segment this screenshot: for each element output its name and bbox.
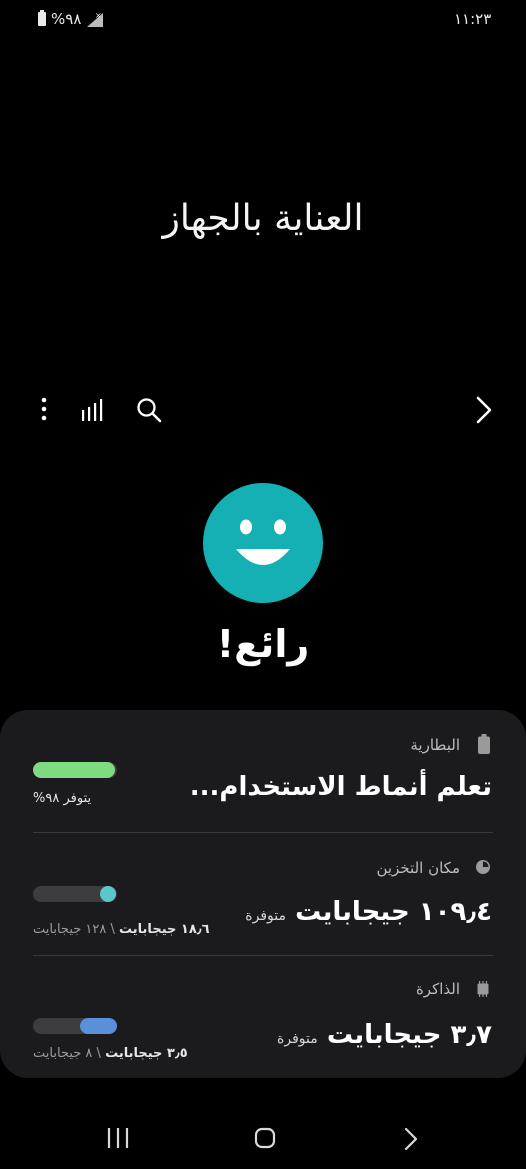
more-options-icon[interactable] bbox=[34, 396, 54, 424]
memory-bar-fill bbox=[80, 1018, 117, 1034]
storage-total: ١٢٨ جيجابايت bbox=[33, 922, 107, 937]
storage-bar bbox=[33, 886, 117, 902]
page-title: العناية بالجهاز bbox=[162, 198, 364, 239]
memory-section[interactable]: الذاكرة ٣٫٧ جيجابايت متوفرة ٣٫٥ جيجابايت… bbox=[0, 956, 526, 1078]
battery-headline: تعلم أنماط الاستخدام... bbox=[189, 772, 492, 802]
battery-bar-fill bbox=[33, 762, 115, 778]
home-icon[interactable] bbox=[253, 1126, 277, 1150]
memory-value: ٣٫٧ جيجابايت bbox=[326, 1020, 492, 1050]
svg-text:×: × bbox=[95, 11, 102, 20]
navigation-bar bbox=[0, 1118, 526, 1158]
battery-bar bbox=[33, 762, 117, 778]
storage-title: مكان التخزين bbox=[376, 859, 461, 877]
storage-bar-fill bbox=[100, 886, 116, 902]
status-time: ١١:٢٣ bbox=[454, 10, 492, 28]
back-icon[interactable] bbox=[474, 395, 494, 425]
storage-separator: \ bbox=[110, 922, 115, 937]
status-label: رائع! bbox=[216, 622, 310, 666]
storage-available-label: متوفرة bbox=[245, 908, 287, 924]
battery-title: البطارية bbox=[410, 736, 460, 754]
memory-available-label: متوفرة bbox=[277, 1031, 318, 1047]
storage-used: ١٨٫٦ جيجابايت bbox=[119, 922, 210, 937]
storage-section[interactable]: مكان التخزين ١٠٩٫٤ جيجابايت متوفرة ١٨٫٦ … bbox=[0, 833, 526, 955]
memory-usage: ٣٫٥ جيجابايت \ ٨ جيجابايت bbox=[33, 1046, 188, 1061]
memory-separator: \ bbox=[96, 1046, 101, 1061]
storage-pie-icon bbox=[476, 860, 490, 874]
recent-apps-icon[interactable] bbox=[106, 1126, 130, 1150]
memory-bar bbox=[33, 1018, 117, 1034]
battery-percent: %٩٨ bbox=[51, 10, 82, 28]
memory-chip-icon bbox=[477, 981, 489, 997]
battery-section-icon bbox=[478, 734, 490, 754]
status-bar-left: %٩٨ × bbox=[38, 10, 104, 28]
smiley-face-icon bbox=[236, 519, 290, 565]
no-signal-icon: × bbox=[87, 11, 104, 27]
search-icon[interactable] bbox=[136, 397, 162, 423]
reports-icon[interactable] bbox=[81, 398, 105, 422]
device-care-card: البطارية تعلم أنماط الاستخدام... يتوفر ٩… bbox=[0, 710, 526, 1078]
battery-icon bbox=[38, 10, 46, 26]
status-smiley bbox=[203, 483, 323, 603]
memory-value-line: ٣٫٧ جيجابايت متوفرة bbox=[277, 1020, 492, 1050]
battery-available: يتوفر ٩٨% bbox=[33, 791, 92, 806]
battery-section[interactable]: البطارية تعلم أنماط الاستخدام... يتوفر ٩… bbox=[0, 710, 526, 832]
storage-usage: ١٨٫٦ جيجابايت \ ١٢٨ جيجابايت bbox=[33, 922, 210, 937]
memory-title: الذاكرة bbox=[415, 980, 460, 998]
back-nav-icon[interactable] bbox=[401, 1126, 421, 1152]
memory-total: ٨ جيجابايت bbox=[33, 1046, 93, 1061]
storage-value-line: ١٠٩٫٤ جيجابايت متوفرة bbox=[245, 897, 492, 927]
storage-value: ١٠٩٫٤ جيجابايت bbox=[295, 897, 492, 927]
memory-used: ٣٫٥ جيجابايت bbox=[105, 1046, 188, 1061]
